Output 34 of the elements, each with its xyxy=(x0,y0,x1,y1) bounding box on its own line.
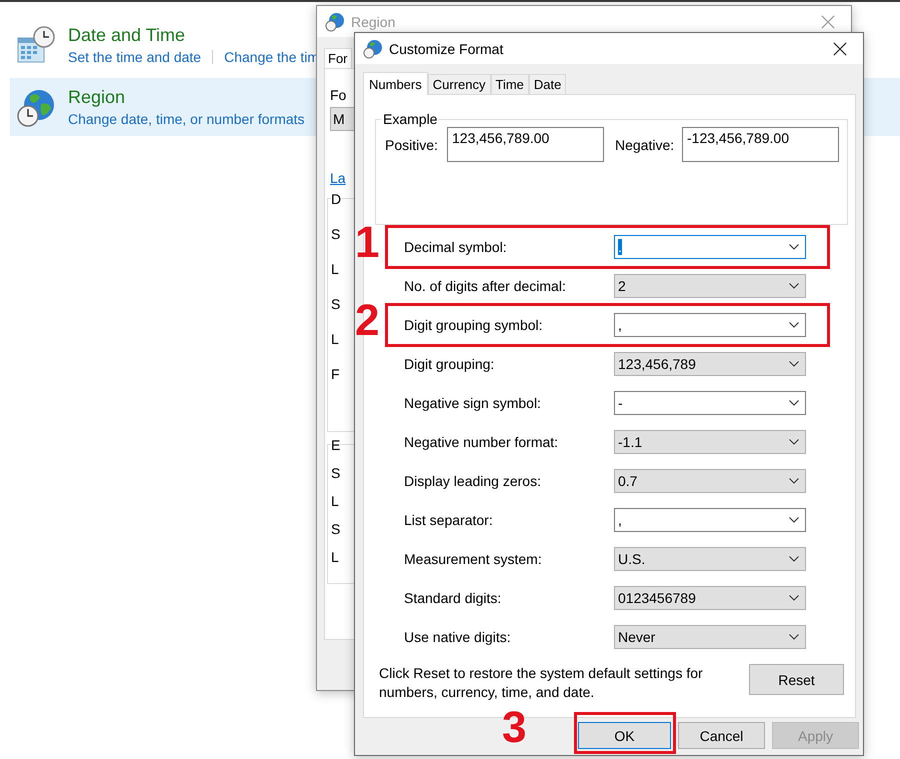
window-title: Customize Format xyxy=(389,40,504,56)
format-label: S xyxy=(331,521,340,537)
format-label: S xyxy=(331,296,340,312)
group-legend: D xyxy=(331,191,342,207)
setting-label: Standard digits: xyxy=(404,590,502,606)
format-label: S xyxy=(331,226,340,242)
format-label: S xyxy=(331,465,340,481)
setting-label: Use native digits: xyxy=(404,628,512,644)
setting-label: Digit grouping: xyxy=(404,356,496,372)
format-label: L xyxy=(331,261,339,277)
group-legend: E xyxy=(331,437,340,453)
positive-label: Positive: xyxy=(385,136,439,152)
negative-example-field: -123,456,789.00 xyxy=(682,127,839,162)
annotation-number: 2 xyxy=(355,301,380,341)
setting-label: Decimal symbol: xyxy=(404,238,508,254)
setting-label: No. of digits after decimal: xyxy=(404,278,567,294)
window-title: Region xyxy=(351,14,396,30)
format-label: L xyxy=(331,549,339,565)
negative-label: Negative: xyxy=(615,136,676,152)
positive-example-field: 123,456,789.00 xyxy=(447,127,604,162)
format-label: F xyxy=(331,366,340,382)
format-label: Fo xyxy=(330,87,346,103)
format-label: L xyxy=(331,331,339,347)
setting-label: Measurement system: xyxy=(404,550,543,566)
annotation-number: 1 xyxy=(355,223,380,263)
annotation-number: 3 xyxy=(502,708,526,748)
group-legend: Example xyxy=(381,111,440,127)
setting-label: Negative sign symbol: xyxy=(404,394,542,410)
setting-label: Digit grouping symbol: xyxy=(404,316,544,332)
setting-label: Display leading zeros: xyxy=(404,472,542,488)
setting-label: Negative number format: xyxy=(404,434,560,450)
format-label: L xyxy=(331,493,339,509)
setting-label: List separator: xyxy=(404,512,494,528)
reset-note: Click Reset to restore the system default settings for numbers, currency, time, and date. xyxy=(379,664,704,702)
